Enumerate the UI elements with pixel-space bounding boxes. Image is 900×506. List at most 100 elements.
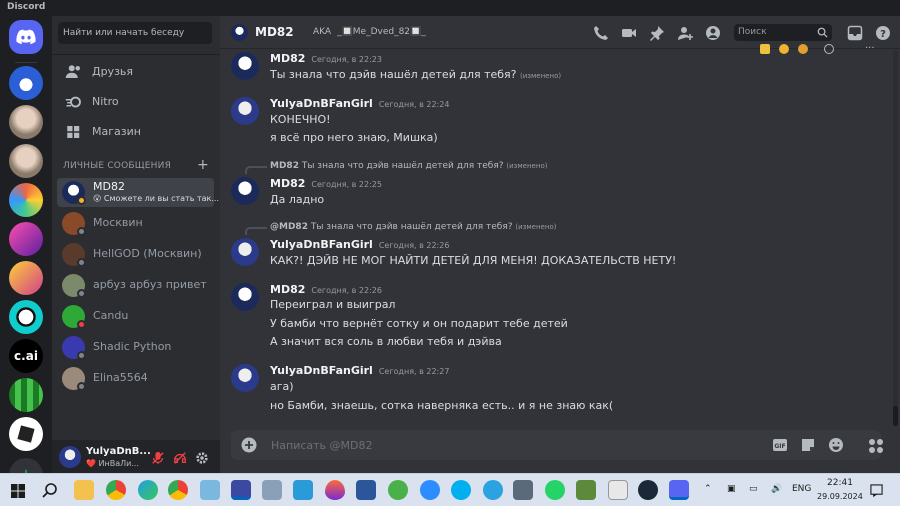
avatar[interactable] [231,364,259,392]
notifications-icon[interactable] [870,484,883,497]
server-icon[interactable] [9,261,43,295]
message-author[interactable]: YulyaDnBFanGirl Сегодня, в 22:26 [270,238,449,251]
svg-text:?: ? [880,29,886,40]
message-author[interactable]: MD82 Сегодня, в 22:25 [270,177,382,190]
search-icon[interactable] [42,483,58,499]
more-options-icon[interactable]: ··· [865,43,875,54]
message-author[interactable]: MD82 Сегодня, в 22:23 [270,52,382,65]
calculator-icon[interactable] [513,480,533,500]
server-icon[interactable] [9,105,43,139]
dm-item[interactable]: арбуз арбуз привет [57,271,214,300]
create-dm-icon[interactable]: + [197,157,209,173]
gif-icon[interactable]: GIF [772,437,788,453]
header-search-input[interactable]: Поиск [734,24,832,41]
zoom-icon[interactable] [420,480,440,500]
reaction-emoji-icon[interactable] [760,44,770,54]
dm-item[interactable]: Shadic Python [57,333,214,362]
reply-author: MD82 [270,161,299,171]
app-icon[interactable] [262,480,282,500]
avatar[interactable] [231,97,259,125]
dm-item-md82[interactable]: MD82 😮 Сможете ли вы стать так... [57,178,219,207]
server-icon[interactable]: c.ai [9,339,43,373]
search-conversation-input[interactable]: Найти или начать беседу [58,22,212,44]
clock-time[interactable]: 22:41 [827,478,853,488]
home-button[interactable] [9,20,43,54]
tray-app-icon[interactable]: ▣ [727,484,736,494]
word-icon[interactable] [356,480,376,500]
nav-shop[interactable]: Магазин [58,118,214,146]
server-icon[interactable] [9,378,43,412]
help-icon[interactable]: ? [875,25,891,41]
timestamp: Сегодня, в 22:24 [378,100,450,109]
clock-date[interactable]: 29.09.2024 [817,492,863,501]
app-icon[interactable] [325,480,345,500]
avatar[interactable] [231,177,259,205]
apps-icon[interactable] [868,438,884,454]
app-icon[interactable] [293,480,313,500]
dm-item[interactable]: Elina5564 [57,364,214,393]
avatar[interactable] [231,238,259,266]
phone-call-icon[interactable] [593,25,609,41]
title-bar: Discord [0,0,900,16]
volume-icon[interactable]: 🔊 [771,484,782,494]
mute-mic-icon[interactable] [151,451,165,465]
chrome-icon[interactable] [168,480,188,500]
attach-plus-icon[interactable] [241,437,257,453]
reply-preview[interactable]: MD82 Ты знала что дэйв нашёл детей для т… [270,161,547,171]
message-author[interactable]: YulyaDnBFanGirl Сегодня, в 22:27 [270,364,449,377]
user-profile-icon[interactable] [705,25,721,41]
windows-start-icon[interactable] [11,484,25,498]
language-indicator[interactable]: ENG [792,484,811,494]
edge-icon[interactable] [138,480,158,500]
reply-preview[interactable]: @MD82 Ты знала что дэйв нашёл детей для … [270,222,556,232]
tray-chevron-icon[interactable]: ⌃ [704,484,712,494]
utorrent-icon[interactable] [388,480,408,500]
server-icon[interactable] [9,300,43,334]
nav-friends[interactable]: Друзья [58,58,214,86]
server-icon[interactable] [9,417,43,451]
settings-gear-icon[interactable] [195,451,209,465]
avatar[interactable] [231,52,259,80]
scrollbar-track[interactable] [893,50,898,426]
server-icon[interactable] [9,66,43,100]
dm-item[interactable]: Москвин [57,209,214,238]
emoji-icon[interactable] [828,437,844,453]
reaction-emoji-icon[interactable] [779,44,789,54]
steam-icon[interactable] [638,480,658,500]
whatsapp-icon[interactable] [545,480,565,500]
message-author[interactable]: YulyaDnBFanGirl Сегодня, в 22:24 [270,97,449,110]
message-author[interactable]: MD82 Сегодня, в 22:26 [270,283,382,296]
avatar[interactable] [59,446,81,468]
add-reaction-icon[interactable] [824,44,834,54]
scrollbar-thumb[interactable] [893,406,898,426]
roblox-icon[interactable] [608,480,628,500]
nav-nitro[interactable]: Nitro [58,88,214,116]
skype-icon[interactable] [451,480,471,500]
minecraft-icon[interactable] [576,480,596,500]
server-icon[interactable] [9,183,43,217]
message-composer[interactable]: Написать @MD82 GIF [231,430,881,460]
reaction-emoji-icon[interactable] [798,44,808,54]
author-name: YulyaDnBFanGirl [270,238,373,251]
add-friends-to-dm-icon[interactable] [677,25,693,41]
dm-item[interactable]: Candu [57,302,214,331]
app-icon[interactable] [231,480,251,500]
discord-taskbar-icon[interactable] [669,480,689,500]
video-call-icon[interactable] [621,25,637,41]
pin-icon[interactable] [649,25,665,41]
inbox-icon[interactable] [847,25,863,41]
status-dnd-icon [77,320,86,329]
sticker-icon[interactable] [800,437,816,453]
deafen-headphones-icon[interactable] [173,451,187,465]
avatar[interactable] [231,283,259,311]
app-icon[interactable] [200,480,220,500]
server-icon[interactable] [9,144,43,178]
server-icon[interactable] [9,222,43,256]
file-explorer-icon[interactable] [74,480,94,500]
chrome-icon[interactable] [106,480,126,500]
telegram-icon[interactable] [483,480,503,500]
svg-text:GIF: GIF [774,443,785,450]
edited-label: (изменено) [506,162,548,170]
tray-app-icon[interactable]: ▭ [749,484,758,494]
dm-item[interactable]: HellGOD (Москвин) [57,240,214,269]
